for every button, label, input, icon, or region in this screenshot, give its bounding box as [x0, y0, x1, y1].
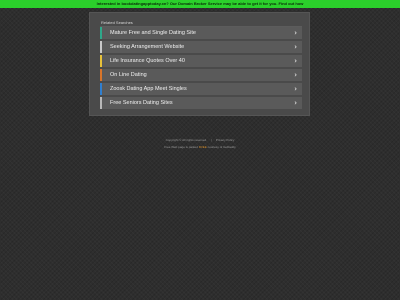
search-link-label: Seeking Arrangement Website: [110, 44, 185, 50]
privacy-policy-link[interactable]: Privacy Policy: [216, 138, 235, 142]
search-link-label: On Line Dating: [110, 72, 147, 78]
chevron-right-icon: ›: [294, 71, 297, 79]
chevron-right-icon: ›: [294, 85, 297, 93]
search-link-5[interactable]: Free Seniors Dating Sites ›: [100, 97, 302, 109]
free-link[interactable]: FREE: [199, 145, 207, 149]
related-searches-panel: Related Searches Mature Free and Single …: [89, 12, 310, 116]
search-link-label: Life Insurance Quotes Over 40: [110, 58, 185, 64]
chevron-right-icon: ›: [294, 29, 297, 37]
search-link-2[interactable]: Life Insurance Quotes Over 40 ›: [100, 55, 302, 67]
search-link-0[interactable]: Mature Free and Single Dating Site ›: [100, 27, 302, 39]
related-searches-title: Related Searches: [101, 20, 133, 25]
chevron-right-icon: ›: [294, 57, 297, 65]
search-link-label: Zoosk Dating App Meet Singles: [110, 86, 187, 92]
chevron-right-icon: ›: [294, 99, 297, 107]
footer-copyright-row: Copyright © All rights reserved. | Privacy…: [165, 138, 235, 142]
search-link-1[interactable]: Seeking Arrangement Website ›: [100, 41, 302, 53]
parked-prefix-text: Free Web page is parked: [164, 145, 198, 149]
copyright-text: Copyright © All rights reserved.: [165, 138, 207, 142]
search-link-4[interactable]: Zoosk Dating App Meet Singles ›: [100, 83, 302, 95]
search-link-label: Free Seniors Dating Sites: [110, 100, 173, 106]
footer-parked-row: Free Web page is parked FREE courtesy of…: [0, 145, 400, 149]
search-link-label: Mature Free and Single Dating Site: [110, 30, 196, 36]
parked-suffix-text: courtesy of GoDaddy: [207, 145, 236, 149]
chevron-right-icon: ›: [294, 43, 297, 51]
related-searches-list: Mature Free and Single Dating Site › See…: [100, 27, 302, 111]
search-link-3[interactable]: On Line Dating ›: [100, 69, 302, 81]
domain-broker-banner[interactable]: Interested in bookdatingapptoday.xn? Our…: [0, 0, 400, 8]
